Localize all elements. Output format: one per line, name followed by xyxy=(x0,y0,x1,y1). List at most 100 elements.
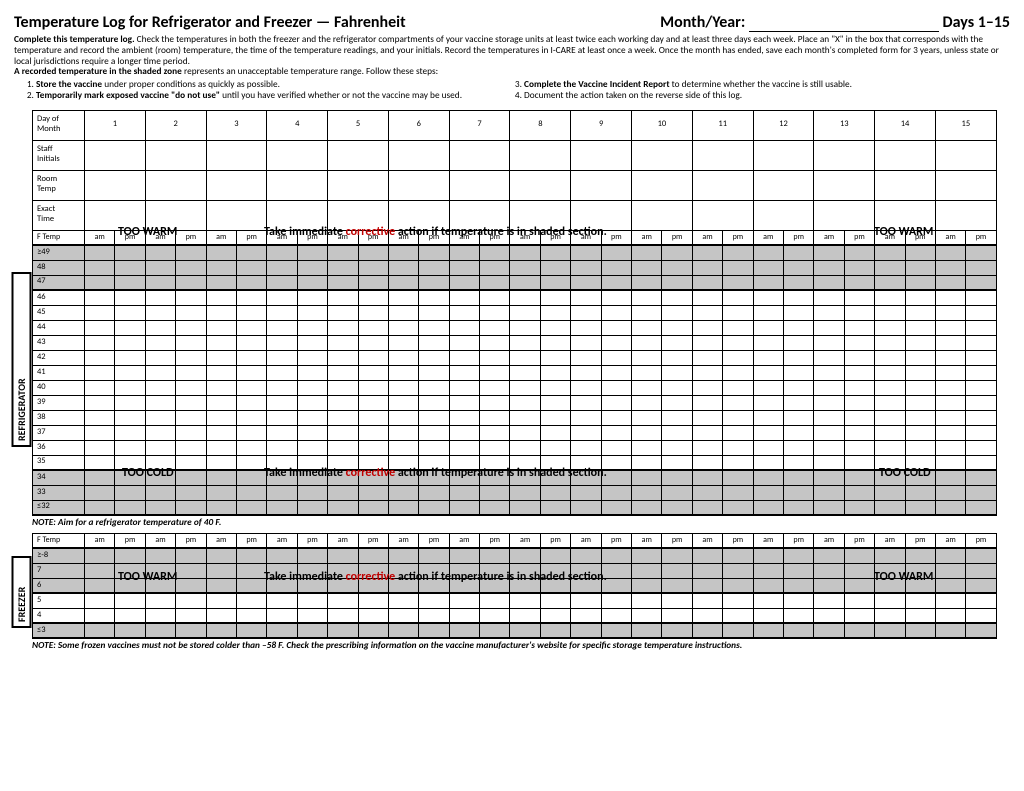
cell[interactable] xyxy=(875,623,905,638)
cell[interactable] xyxy=(844,500,874,515)
cell[interactable] xyxy=(145,410,175,425)
cell[interactable] xyxy=(875,563,905,578)
cell[interactable] xyxy=(844,623,874,638)
cell[interactable] xyxy=(145,593,175,608)
cell[interactable] xyxy=(632,350,662,365)
cell[interactable] xyxy=(632,260,662,275)
cell[interactable] xyxy=(601,485,631,500)
cell[interactable] xyxy=(875,608,905,623)
cell[interactable] xyxy=(935,320,965,335)
cell[interactable] xyxy=(480,548,510,563)
cell[interactable] xyxy=(692,395,722,410)
cell[interactable] xyxy=(206,410,236,425)
cell[interactable] xyxy=(540,578,570,593)
cell[interactable] xyxy=(632,440,662,455)
cell[interactable] xyxy=(692,350,722,365)
cell[interactable] xyxy=(267,350,297,365)
cell[interactable] xyxy=(145,563,175,578)
cell[interactable] xyxy=(601,365,631,380)
cell[interactable] xyxy=(115,305,145,320)
cell[interactable] xyxy=(723,275,753,290)
cell[interactable] xyxy=(85,365,115,380)
cell[interactable] xyxy=(966,623,996,638)
cell[interactable] xyxy=(358,563,388,578)
cell[interactable] xyxy=(875,200,936,230)
cell[interactable] xyxy=(601,440,631,455)
cell[interactable] xyxy=(358,500,388,515)
cell[interactable] xyxy=(692,320,722,335)
cell[interactable] xyxy=(844,425,874,440)
cell[interactable] xyxy=(85,200,146,230)
cell[interactable] xyxy=(571,500,601,515)
cell[interactable] xyxy=(328,140,389,170)
cell[interactable] xyxy=(905,485,935,500)
cell[interactable] xyxy=(115,380,145,395)
cell[interactable] xyxy=(176,548,206,563)
cell[interactable] xyxy=(844,260,874,275)
cell[interactable] xyxy=(510,245,540,260)
cell[interactable] xyxy=(388,608,418,623)
cell[interactable] xyxy=(145,305,175,320)
cell[interactable] xyxy=(632,380,662,395)
cell[interactable] xyxy=(236,608,266,623)
cell[interactable] xyxy=(510,410,540,425)
cell[interactable] xyxy=(297,305,327,320)
cell[interactable] xyxy=(540,395,570,410)
cell[interactable] xyxy=(449,290,479,305)
month-year-blank[interactable] xyxy=(749,31,939,32)
cell[interactable] xyxy=(783,395,813,410)
cell[interactable] xyxy=(176,578,206,593)
cell[interactable] xyxy=(601,470,631,485)
cell[interactable] xyxy=(480,380,510,395)
cell[interactable] xyxy=(783,320,813,335)
cell[interactable] xyxy=(206,395,236,410)
cell[interactable] xyxy=(510,470,540,485)
cell[interactable] xyxy=(358,305,388,320)
cell[interactable] xyxy=(388,455,418,470)
cell[interactable] xyxy=(844,395,874,410)
cell[interactable] xyxy=(905,440,935,455)
cell[interactable] xyxy=(388,200,449,230)
cell[interactable] xyxy=(723,320,753,335)
cell[interactable] xyxy=(206,170,267,200)
cell[interactable] xyxy=(753,305,783,320)
cell[interactable] xyxy=(358,290,388,305)
cell[interactable] xyxy=(145,608,175,623)
cell[interactable] xyxy=(297,335,327,350)
cell[interactable] xyxy=(540,485,570,500)
cell[interactable] xyxy=(449,578,479,593)
cell[interactable] xyxy=(571,290,601,305)
cell[interactable] xyxy=(388,335,418,350)
cell[interactable] xyxy=(814,275,844,290)
cell[interactable] xyxy=(176,485,206,500)
cell[interactable] xyxy=(935,170,996,200)
cell[interactable] xyxy=(966,320,996,335)
cell[interactable] xyxy=(571,593,601,608)
cell[interactable] xyxy=(723,410,753,425)
cell[interactable] xyxy=(510,305,540,320)
cell[interactable] xyxy=(601,320,631,335)
cell[interactable] xyxy=(753,140,814,170)
cell[interactable] xyxy=(85,260,115,275)
cell[interactable] xyxy=(753,623,783,638)
cell[interactable] xyxy=(358,260,388,275)
cell[interactable] xyxy=(206,320,236,335)
cell[interactable] xyxy=(267,425,297,440)
cell[interactable] xyxy=(632,200,693,230)
cell[interactable] xyxy=(115,563,145,578)
cell[interactable] xyxy=(236,290,266,305)
cell[interactable] xyxy=(388,290,418,305)
cell[interactable] xyxy=(875,140,936,170)
cell[interactable] xyxy=(419,485,449,500)
cell[interactable] xyxy=(966,455,996,470)
cell[interactable] xyxy=(723,578,753,593)
cell[interactable] xyxy=(388,623,418,638)
cell[interactable] xyxy=(115,335,145,350)
cell[interactable] xyxy=(875,425,905,440)
cell[interactable] xyxy=(540,440,570,455)
cell[interactable] xyxy=(571,305,601,320)
cell[interactable] xyxy=(966,425,996,440)
cell[interactable] xyxy=(662,470,692,485)
cell[interactable] xyxy=(115,260,145,275)
cell[interactable] xyxy=(844,305,874,320)
